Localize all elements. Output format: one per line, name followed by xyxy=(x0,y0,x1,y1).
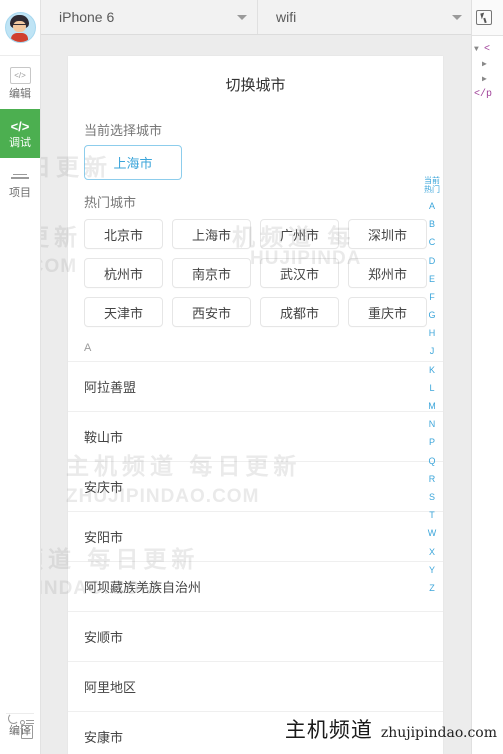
left-sidebar: </> 编辑 </> 调试 项目 编译 xyxy=(0,0,41,754)
index-letter[interactable]: Z xyxy=(429,583,435,593)
devtools-toolbar xyxy=(472,0,503,36)
code-box-icon: </> xyxy=(9,67,31,84)
network-select[interactable]: wifi xyxy=(258,0,473,34)
app-root: </> 编辑 </> 调试 项目 编译 iPhone 6 wifi 切换城市 当… xyxy=(0,0,503,754)
city-list-item[interactable]: 鞍山市 xyxy=(68,411,443,461)
avatar-body xyxy=(10,33,28,42)
brand-url: zhujipindao.com xyxy=(380,725,497,741)
hot-city-button[interactable]: 西安市 xyxy=(172,297,251,327)
code-slash-icon: </> xyxy=(10,119,30,135)
dom-tag: < xyxy=(484,44,491,55)
sidebar-item-debug-label: 调试 xyxy=(9,137,31,150)
sidebar-bottom-group: 编译 xyxy=(0,712,40,746)
index-letter[interactable]: G xyxy=(428,311,435,320)
city-list: 阿拉善盟 鞍山市 安庆市 安阳市 阿坝藏族羌族自治州 安顺市 阿里地区 安康市 xyxy=(68,361,443,754)
index-bar-current[interactable]: 当前 热门 xyxy=(424,176,440,194)
city-list-item[interactable]: 安阳市 xyxy=(68,511,443,561)
device-select[interactable]: iPhone 6 xyxy=(41,0,258,34)
index-bar-hot-label: 热门 xyxy=(424,185,440,195)
index-letter[interactable]: P xyxy=(429,438,435,447)
top-toolbar: iPhone 6 wifi xyxy=(41,0,503,35)
dom-tree-node[interactable]: ▼ < xyxy=(474,42,503,57)
index-bar-current-label: 当前 xyxy=(424,176,440,185)
index-letter[interactable]: Q xyxy=(428,456,435,466)
chevron-down-icon xyxy=(452,14,462,20)
index-letter[interactable]: C xyxy=(429,238,436,247)
city-list-item[interactable]: 阿拉善盟 xyxy=(68,361,443,411)
index-letter[interactable]: W xyxy=(428,529,437,538)
triangle-right-icon[interactable]: ▶ xyxy=(482,57,492,72)
current-city-chip[interactable]: 上海市 xyxy=(84,145,182,180)
hot-city-button[interactable]: 广州市 xyxy=(260,219,339,249)
index-letter[interactable]: K xyxy=(429,365,435,375)
index-letter[interactable]: L xyxy=(429,383,434,393)
sidebar-item-project-label: 项目 xyxy=(9,187,31,200)
hot-city-button[interactable]: 南京市 xyxy=(172,258,251,288)
hot-city-button[interactable]: 深圳市 xyxy=(348,219,427,249)
triangle-right-icon[interactable]: ▶ xyxy=(482,72,492,87)
sidebar-item-edit[interactable]: </> 编辑 xyxy=(0,56,40,109)
avatar-glasses xyxy=(12,24,26,28)
city-list-item[interactable]: 安庆市 xyxy=(68,461,443,511)
sidebar-item-compile[interactable]: 编译 xyxy=(0,712,40,746)
brand-name-cn: 主机频道 xyxy=(284,718,373,742)
current-city-row: 上海市 xyxy=(68,145,443,184)
sidebar-item-compile-label: 编译 xyxy=(9,724,31,737)
city-list-item[interactable]: 安顺市 xyxy=(68,611,443,661)
select-element-icon[interactable] xyxy=(476,10,492,25)
triangle-down-icon[interactable]: ▼ xyxy=(474,42,484,57)
hot-city-button[interactable]: 重庆市 xyxy=(348,297,427,327)
index-letter[interactable]: F xyxy=(429,292,435,302)
city-list-item[interactable]: 阿坝藏族羌族自治州 xyxy=(68,561,443,611)
dom-tree-node[interactable]: ▶ xyxy=(474,57,503,72)
chevron-down-icon xyxy=(237,14,247,20)
city-list-item[interactable]: 阿里地区 xyxy=(68,661,443,711)
avatar-container[interactable] xyxy=(0,0,40,56)
alphabet-index-bar: 当前 热门 A B C D E F G H J K L M N P Q R S xyxy=(423,176,441,598)
sidebar-item-edit-label: 编辑 xyxy=(9,88,31,100)
hot-city-button[interactable]: 武汉市 xyxy=(260,258,339,288)
brand-bar: 主机频道 zhujipindao.com xyxy=(285,714,497,744)
index-letter[interactable]: D xyxy=(429,256,436,266)
index-letter[interactable]: X xyxy=(429,547,435,557)
index-letter[interactable]: H xyxy=(429,329,436,338)
device-select-value: iPhone 6 xyxy=(59,9,115,25)
network-select-value: wifi xyxy=(276,9,297,25)
hot-city-button[interactable]: 北京市 xyxy=(84,219,163,249)
current-city-section-label: 当前选择城市 xyxy=(84,123,163,138)
hot-city-button[interactable]: 郑州市 xyxy=(348,258,427,288)
dom-close-tag: </p xyxy=(474,89,493,100)
index-letter[interactable]: A xyxy=(429,201,435,211)
sidebar-item-debug[interactable]: </> 调试 xyxy=(0,109,40,159)
index-letter[interactable]: M xyxy=(428,402,436,411)
hot-city-section-label: 热门城市 xyxy=(84,195,137,210)
devtools-panel: ▼ < ▶ ▶ </p xyxy=(471,0,503,754)
simulator-stage: 切换城市 当前选择城市 上海市 热门城市 北京市 上海市 广州市 深圳市 杭州市… xyxy=(41,35,471,754)
index-letter[interactable]: N xyxy=(429,420,436,429)
index-letter[interactable]: J xyxy=(430,347,435,356)
avatar[interactable] xyxy=(4,12,36,43)
index-letter[interactable]: E xyxy=(429,274,435,284)
phone-screen: 切换城市 当前选择城市 上海市 热门城市 北京市 上海市 广州市 深圳市 杭州市… xyxy=(68,56,443,754)
hot-city-button[interactable]: 上海市 xyxy=(172,219,251,249)
hot-city-grid: 北京市 上海市 广州市 深圳市 杭州市 南京市 武汉市 郑州市 天津市 西安市 … xyxy=(68,217,443,333)
index-letter[interactable]: T xyxy=(429,511,435,520)
dom-tree-node[interactable]: </p xyxy=(474,87,503,102)
hot-city-button[interactable]: 天津市 xyxy=(84,297,163,327)
dom-tree-node[interactable]: ▶ xyxy=(474,72,503,87)
index-letter[interactable]: B xyxy=(429,220,435,229)
hot-city-button[interactable]: 杭州市 xyxy=(84,258,163,288)
alpha-group-header: A xyxy=(84,342,92,354)
index-letter[interactable]: S xyxy=(429,492,435,502)
project-lines-icon xyxy=(11,169,29,183)
index-letter[interactable]: Y xyxy=(429,565,435,575)
hot-city-button[interactable]: 成都市 xyxy=(260,297,339,327)
dom-tree: ▼ < ▶ ▶ </p xyxy=(472,36,503,102)
index-letter[interactable]: R xyxy=(429,474,436,484)
sidebar-item-project[interactable]: 项目 xyxy=(0,158,40,208)
page-title: 切换城市 xyxy=(225,76,286,94)
